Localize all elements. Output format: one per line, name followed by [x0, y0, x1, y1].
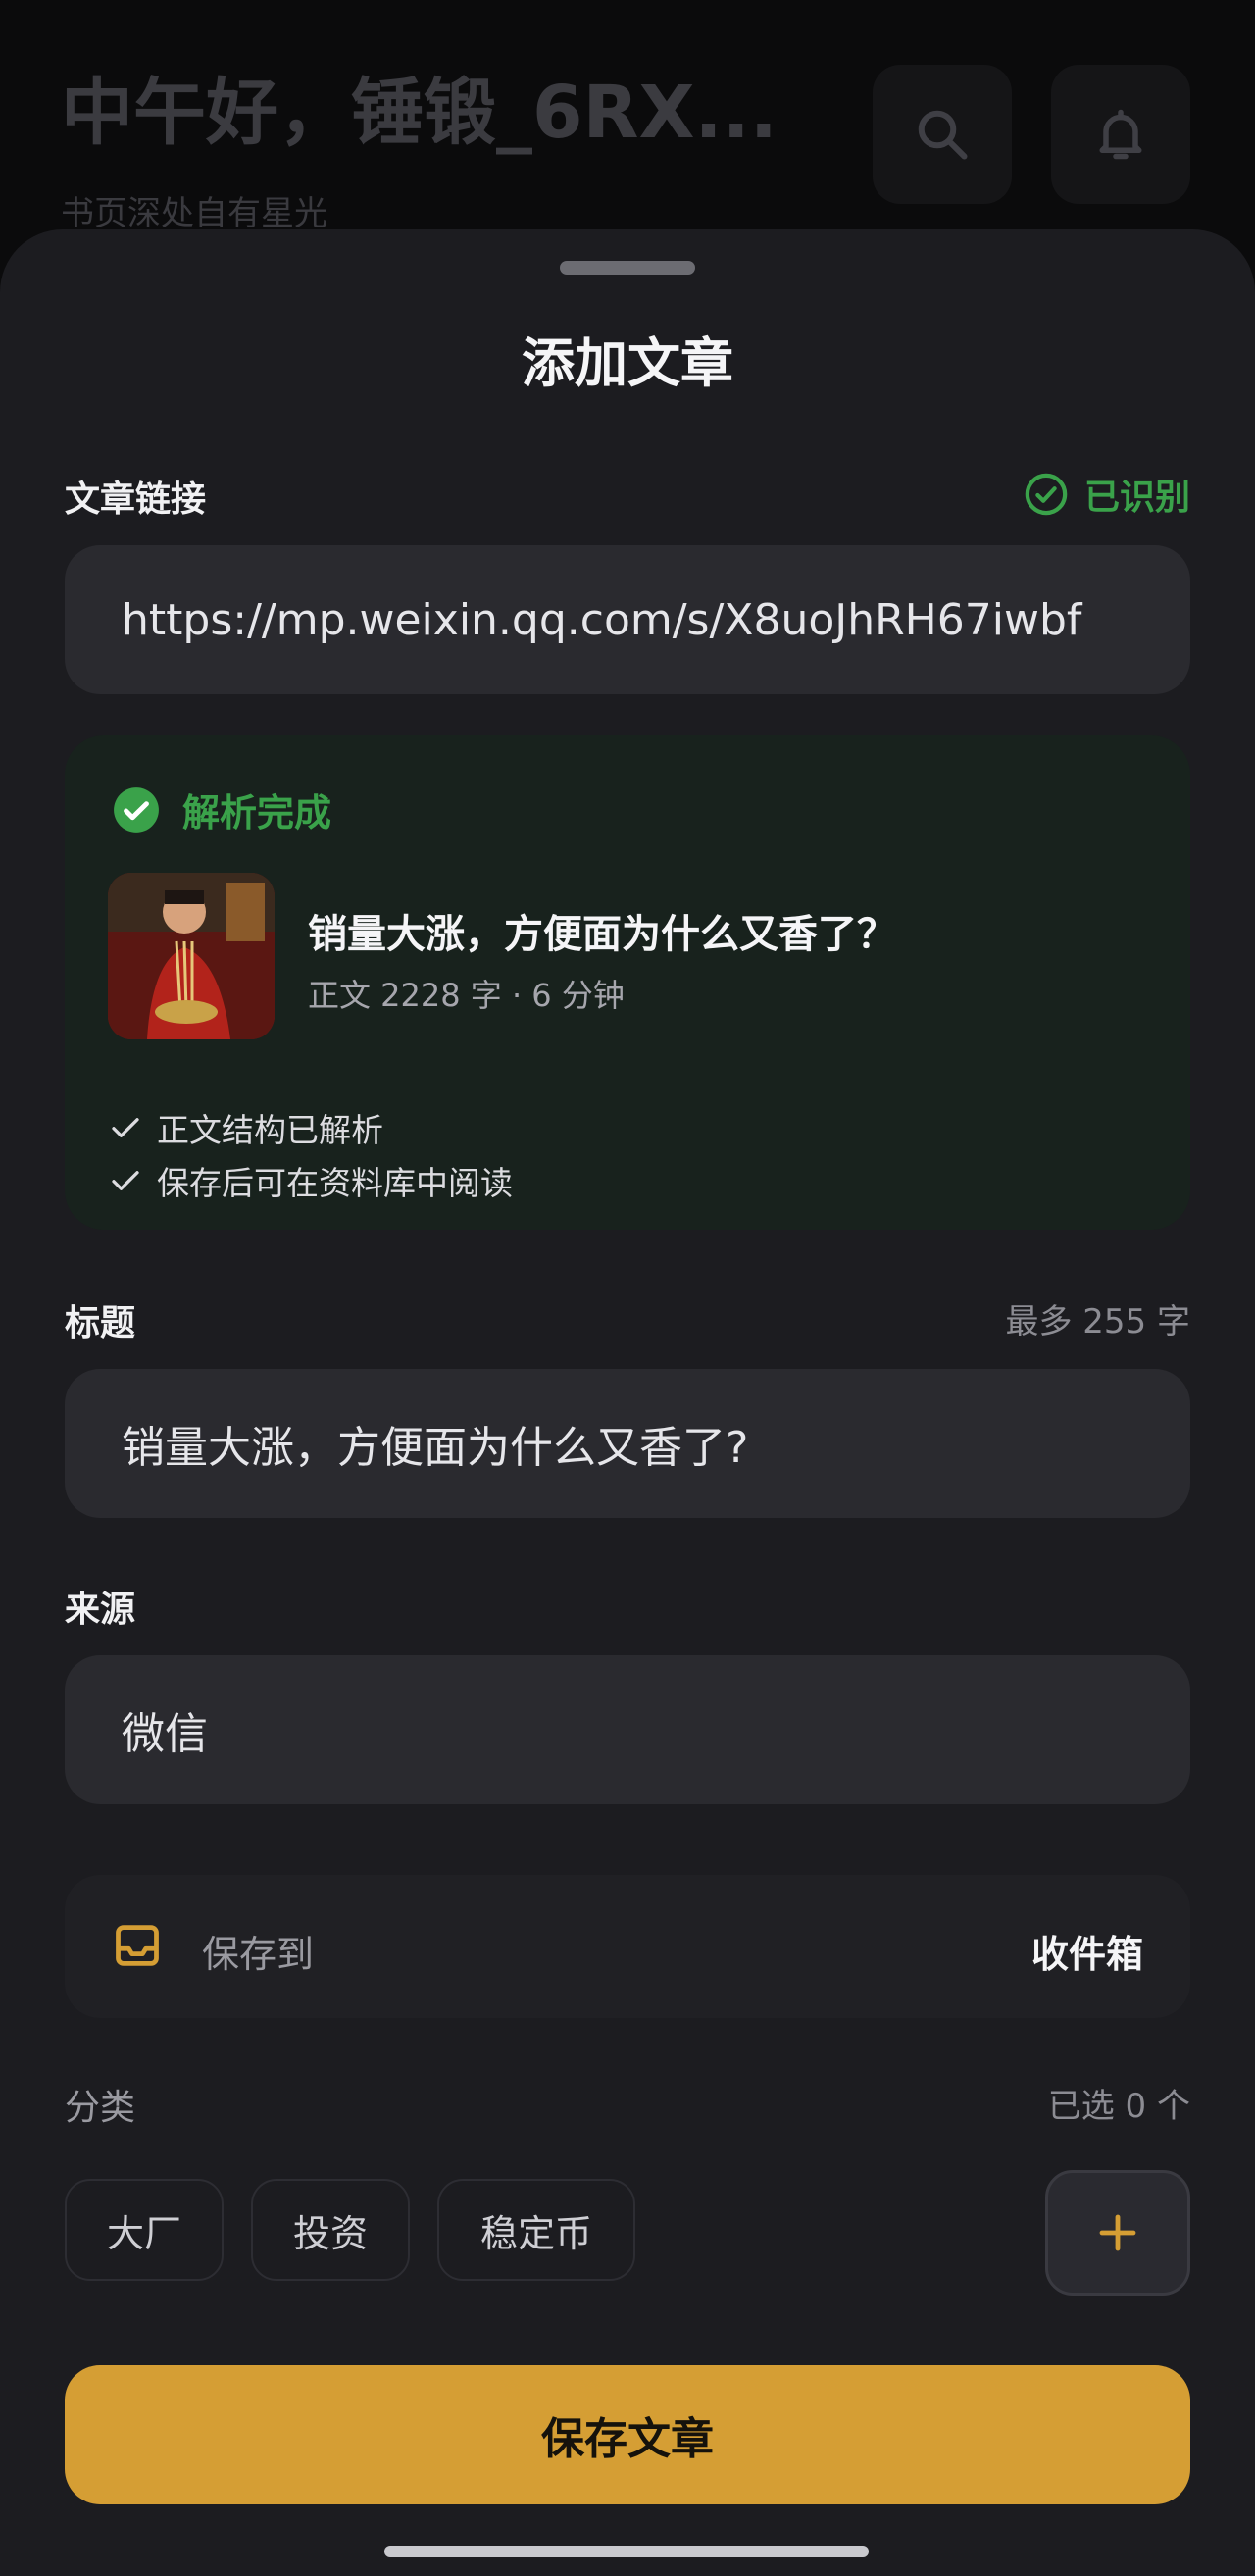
link-label: 文章链接 [65, 480, 207, 520]
parse-status: 解析完成 [182, 791, 332, 834]
home-indicator[interactable] [384, 2546, 869, 2557]
article-title: 销量大涨，方便面为什么又香了？ [308, 912, 896, 957]
success-check-icon [114, 786, 159, 833]
source-label: 来源 [65, 1590, 136, 1630]
checkmark-icon [112, 1118, 139, 1137]
parse-check-text: 正文结构已解析 [157, 1111, 383, 1149]
search-icon [918, 110, 968, 160]
home-header: 中午好，锤锻_6RX... 书页深处自有星光 [0, 0, 1255, 235]
search-button[interactable] [873, 65, 1012, 204]
parse-check-text: 保存后可在资料库中阅读 [157, 1164, 513, 1202]
checkmark-icon [112, 1171, 139, 1190]
parse-result-card: 解析完成 销量大涨，方便面为什么又香了？ 正文 2228 字 · 6 分钟 正文… [65, 735, 1190, 1230]
category-chip-wendingbi[interactable]: 稳定币 [437, 2179, 635, 2281]
add-category-button[interactable] [1045, 2170, 1190, 2296]
parse-check-structure: 正文结构已解析 [108, 1104, 383, 1151]
link-status: 已识别 [1024, 469, 1190, 520]
title-limit-hint: 最多 255 字 [1005, 1302, 1190, 1341]
parse-header: 解析完成 [112, 783, 331, 836]
inbox-icon [116, 1925, 159, 1966]
source-input[interactable]: 微信 [65, 1655, 1190, 1804]
plus-icon [1099, 2214, 1136, 2251]
category-selected-count: 已选 0 个 [1047, 2087, 1190, 2126]
save-to-label: 保存到 [202, 1933, 315, 1976]
article-thumbnail [108, 873, 275, 1039]
sheet-title: 添加文章 [522, 332, 733, 394]
greeting-title: 中午好，锤锻_6RX... [61, 71, 778, 155]
add-article-sheet: 添加文章 文章链接 已识别 https://mp.weixin.qq.com/s… [0, 229, 1255, 2576]
bell-icon [1099, 109, 1142, 160]
article-meta: 正文 2228 字 · 6 分钟 [308, 977, 625, 1014]
check-circle-icon [1025, 473, 1068, 516]
sheet-grabber[interactable] [560, 261, 695, 275]
save-to-row[interactable]: 保存到 收件箱 [65, 1875, 1190, 2018]
title-input[interactable]: 销量大涨，方便面为什么又香了? [65, 1369, 1190, 1518]
save-to-value: 收件箱 [1030, 1933, 1143, 1976]
link-input[interactable]: https://mp.weixin.qq.com/s/X8uoJhRH67iwb… [65, 545, 1190, 694]
category-label: 分类 [65, 2088, 136, 2128]
category-chip-dachang[interactable]: 大厂 [65, 2179, 224, 2281]
title-label: 标题 [65, 1303, 136, 1343]
link-status-text: 已识别 [1083, 478, 1190, 518]
save-article-button[interactable]: 保存文章 [65, 2365, 1190, 2504]
parse-check-library: 保存后可在资料库中阅读 [108, 1157, 513, 1204]
greeting-subtitle: 书页深处自有星光 [61, 194, 327, 233]
notification-button[interactable] [1051, 65, 1190, 204]
category-chip-touzi[interactable]: 投资 [251, 2179, 410, 2281]
